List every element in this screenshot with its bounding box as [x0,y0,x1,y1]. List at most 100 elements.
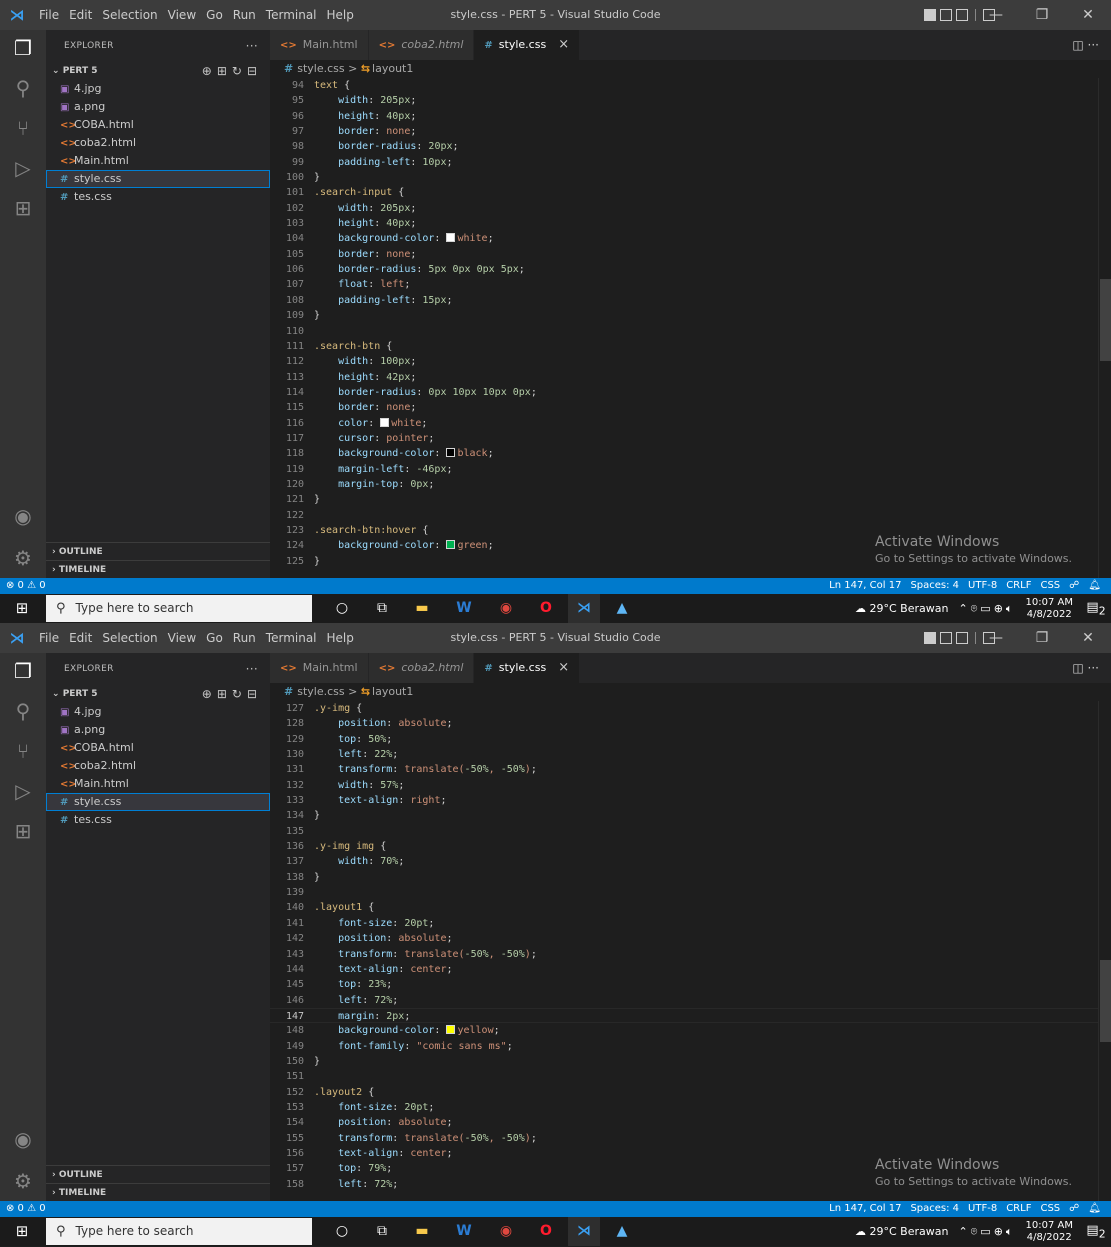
file-item[interactable]: # style.css [46,793,270,811]
more-actions-icon[interactable]: ··· [246,653,258,685]
editor-tab[interactable]: # style.css × [474,30,581,60]
code-line[interactable]: 134} [270,808,1098,823]
encoding[interactable]: UTF-8 [968,578,997,594]
menu-help[interactable]: Help [322,8,359,22]
close-tab-icon[interactable]: × [558,660,569,675]
run-debug-icon[interactable]: ▷ [0,773,46,809]
new-folder-icon[interactable]: ⊞ [217,64,232,78]
weather-widget[interactable]: ☁ 29°C Berawan [855,602,948,615]
code-line[interactable]: 143 transform: translate(-50%, -50%); [270,947,1098,962]
editor-scrollbar[interactable] [1098,78,1111,578]
color-swatch[interactable] [446,1025,456,1035]
search-icon[interactable]: ⚲ [0,70,46,106]
code-line[interactable]: 149 font-family: "comic sans ms"; [270,1039,1098,1054]
settings-gear-icon[interactable]: ⚙ [0,1163,46,1199]
file-item[interactable]: <>coba2.html [46,134,270,152]
taskbar-clock[interactable]: 10:07 AM 4/8/2022 [1026,1220,1073,1244]
language-mode[interactable]: CSS [1040,1201,1060,1217]
chrome-icon[interactable]: ◉ [490,1217,522,1246]
close-tab-icon[interactable]: × [558,37,569,52]
toggle-sidebar-icon[interactable] [924,632,936,644]
code-line[interactable]: 111 .search-btn { [270,339,1098,354]
files-icon[interactable]: ❐ [0,30,46,66]
code-line[interactable]: 116 color: white; [270,416,1098,431]
photos-icon[interactable]: ▲ [606,594,638,623]
file-item[interactable]: # style.css [46,170,270,188]
menu-file[interactable]: File [34,631,64,645]
code-line[interactable]: 103 height: 40px; [270,216,1098,231]
code-line[interactable]: 104 background-color: white; [270,231,1098,246]
color-swatch[interactable] [446,540,456,550]
code-line[interactable]: 106 border-radius: 5px 0px 0px 5px; [270,262,1098,277]
code-line[interactable]: 154 position: absolute; [270,1115,1098,1130]
scrollbar-thumb[interactable] [1100,960,1111,1042]
folder-header[interactable]: ⌄ PERT 5 ⊕⊞↻⊟ [46,62,270,80]
menu-selection[interactable]: Selection [97,631,162,645]
color-swatch[interactable] [446,448,456,458]
code-editor[interactable]: 94 text {95 width: 205px; 96 height: 40px;… [270,78,1098,578]
code-line[interactable]: 142 position: absolute; [270,931,1098,946]
run-debug-icon[interactable]: ▷ [0,150,46,186]
account-icon[interactable]: ◉ [0,498,46,534]
chrome-icon[interactable]: ◉ [490,594,522,623]
code-line[interactable]: 101 .search-input { [270,185,1098,200]
code-line[interactable]: 146 left: 72%; [270,993,1098,1008]
breadcrumb-symbol[interactable]: layout1 [372,685,413,698]
restore-icon[interactable]: ❐ [1019,623,1065,653]
menu-run[interactable]: Run [228,631,261,645]
code-line[interactable]: 153 font-size: 20pt; [270,1100,1098,1115]
file-item[interactable]: # tes.css [46,811,270,829]
outline-section[interactable]: › OUTLINE [46,542,270,560]
cursor-position[interactable]: Ln 147, Col 17 [829,1201,901,1217]
indentation[interactable]: Spaces: 4 [910,578,959,594]
menu-run[interactable]: Run [228,8,261,22]
task-view-icon[interactable]: ⧉ [366,1217,398,1246]
code-line[interactable]: 105 border: none; [270,247,1098,262]
code-line[interactable]: 144 text-align: center; [270,962,1098,977]
breadcrumb-file[interactable]: style.css [297,62,344,75]
outline-section[interactable]: › OUTLINE [46,1165,270,1183]
code-line[interactable]: 132 width: 57%; [270,778,1098,793]
code-line[interactable]: 109} [270,308,1098,323]
code-editor[interactable]: 127 .y-img {128 position: absolute; 129 to… [270,701,1098,1201]
code-line[interactable]: 121} [270,492,1098,507]
taskbar-search-input[interactable]: ⚲ Type here to search [46,595,312,622]
code-line[interactable]: 99 padding-left: 10px; [270,155,1098,170]
code-line[interactable]: 112 width: 100px; [270,354,1098,369]
collapse-all-icon[interactable]: ⊟ [247,64,262,78]
code-line[interactable]: 128 position: absolute; [270,716,1098,731]
windows-start-icon[interactable]: ⊞ [0,594,44,623]
weather-widget[interactable]: ☁ 29°C Berawan [855,1225,948,1238]
minimize-icon[interactable]: — [973,623,1019,653]
editor-tab[interactable]: <> coba2.html [368,30,475,60]
code-line[interactable]: 151 [270,1069,1098,1084]
code-line[interactable]: 118 background-color: black; [270,446,1098,461]
extensions-icon[interactable]: ⊞ [0,813,46,849]
code-line[interactable]: 110 [270,324,1098,339]
vscode-icon[interactable]: ⋊ [568,594,600,623]
restore-icon[interactable]: ❐ [1019,0,1065,30]
file-explorer-icon[interactable]: ▬ [406,1217,438,1246]
file-item[interactable]: ▣ 4.jpg [46,80,270,98]
code-line[interactable]: 138} [270,870,1098,885]
settings-gear-icon[interactable]: ⚙ [0,540,46,576]
file-item[interactable]: <>Main.html [46,152,270,170]
cortana-icon[interactable]: ○ [326,1217,358,1246]
menu-file[interactable]: File [34,8,64,22]
editor-tab[interactable]: # style.css × [474,653,581,683]
line-ending[interactable]: CRLF [1006,1201,1031,1217]
color-swatch[interactable] [380,417,390,427]
windows-start-icon[interactable]: ⊞ [0,1217,44,1246]
code-line[interactable]: 155 transform: translate(-50%, -50%); [270,1131,1098,1146]
menu-view[interactable]: View [163,631,201,645]
notifications-bell-icon[interactable]: 🔔︎ [1088,578,1101,594]
word-icon[interactable]: W [448,1217,480,1246]
folder-header[interactable]: ⌄ PERT 5 ⊕⊞↻⊟ [46,685,270,703]
files-icon[interactable]: ❐ [0,653,46,689]
cursor-position[interactable]: Ln 147, Col 17 [829,578,901,594]
file-explorer-icon[interactable]: ▬ [406,594,438,623]
file-item[interactable]: <>coba2.html [46,757,270,775]
menu-selection[interactable]: Selection [97,8,162,22]
minimize-icon[interactable]: — [973,0,1019,30]
timeline-section[interactable]: › TIMELINE [46,560,270,578]
